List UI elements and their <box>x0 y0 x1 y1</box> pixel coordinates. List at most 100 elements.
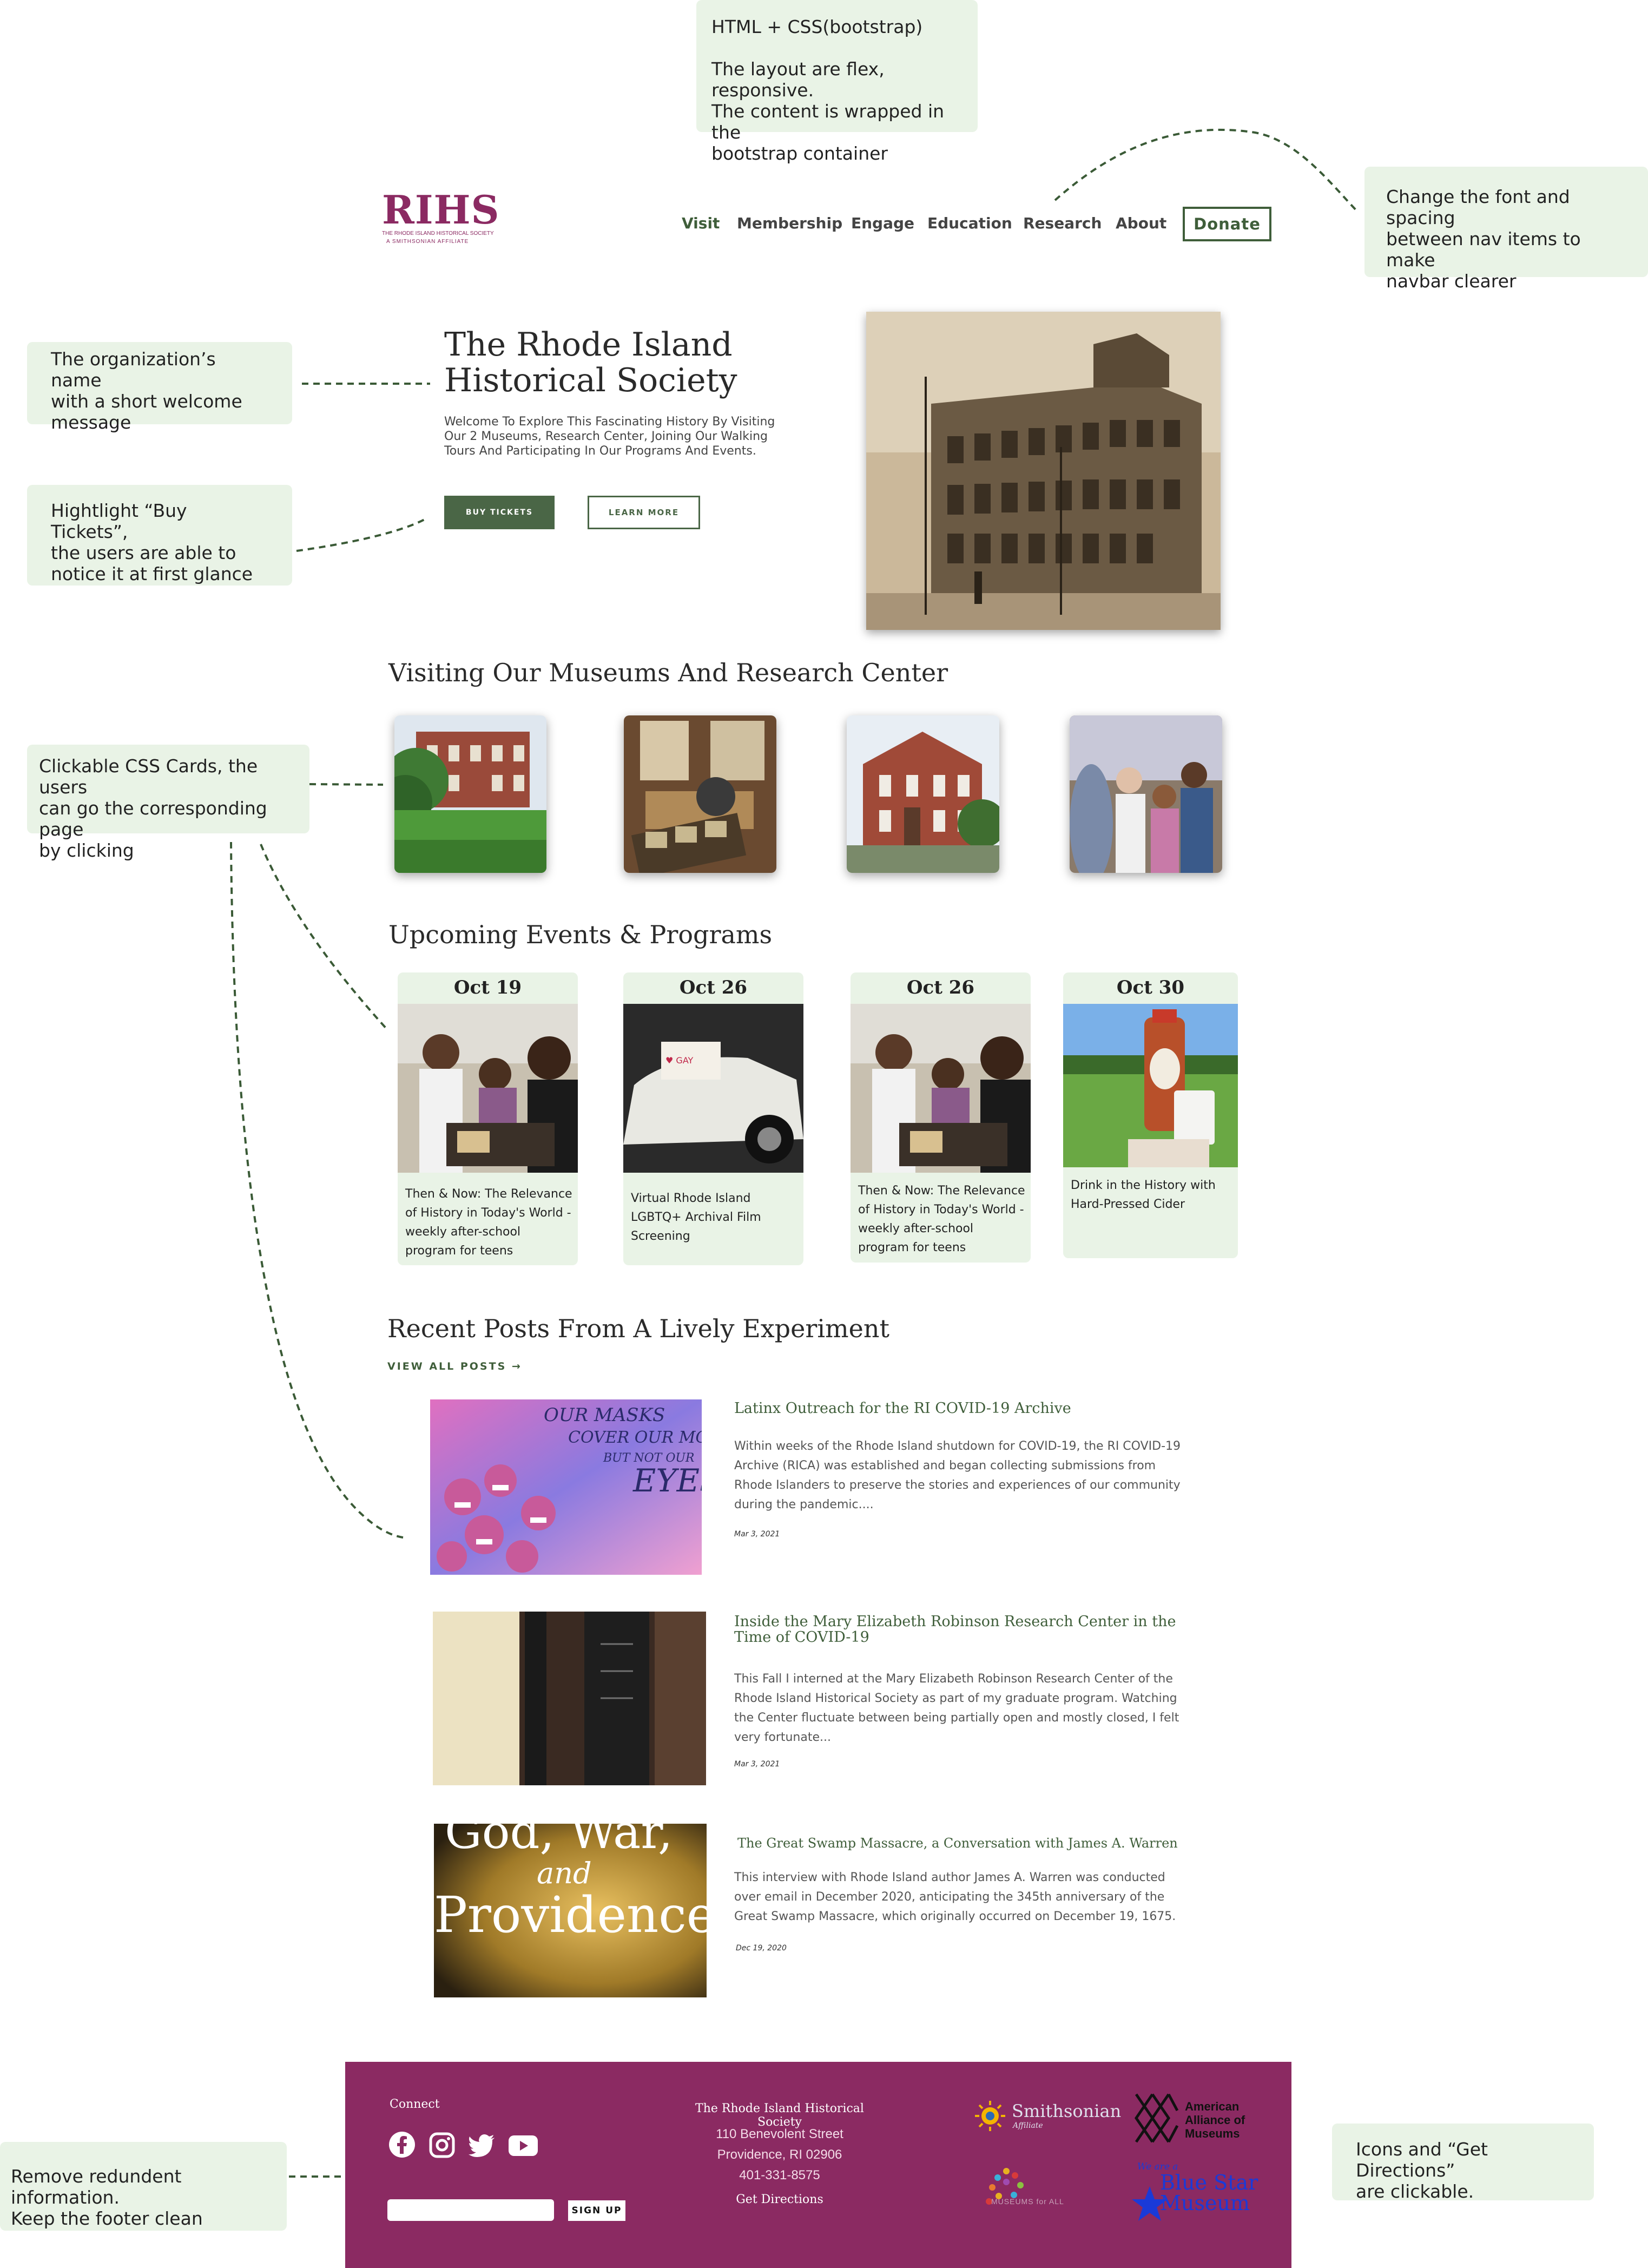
nav-engage[interactable]: Engage <box>851 214 914 232</box>
museums-heading: Visiting Our Museums And Research Center <box>388 658 948 687</box>
event-card-4[interactable]: Oct 30 Drink in the History with Hard-Pr… <box>1063 972 1238 1258</box>
thumb3-line-1: God, War, <box>445 1824 673 1859</box>
view-all-posts-link[interactable]: VIEW ALL POSTS → <box>387 1360 522 1372</box>
nav-education[interactable]: Education <box>927 214 1012 232</box>
museums-for-all-logo: MUSEUMS for ALL <box>983 2166 1091 2216</box>
get-directions-link[interactable]: Get Directions <box>680 2193 880 2206</box>
instagram-icon[interactable] <box>429 2132 455 2158</box>
hero-lead-line: Our 2 Museums, Research Center, Joining … <box>444 430 768 443</box>
facebook-icon[interactable] <box>388 2131 416 2158</box>
museum-card-2-art <box>624 715 776 873</box>
hero-photo-art <box>866 312 1221 630</box>
event-photo-1 <box>398 1004 578 1173</box>
post-excerpt-3: This interview with Rhode Island author … <box>734 1868 1176 1927</box>
thumb3-line-2: and <box>537 1856 592 1890</box>
aam-logo: American Alliance of Museums <box>1131 2089 1271 2148</box>
footer-org-name: The Rhode Island Historical Society <box>695 2102 864 2129</box>
thumb1-line-1: OUR MASKS <box>544 1404 665 1426</box>
nav-membership[interactable]: Membership <box>737 214 842 232</box>
post-title-3[interactable]: The Great Swamp Massacre, a Conversation… <box>737 1836 1178 1851</box>
event-date: Oct 19 <box>453 977 522 998</box>
footer-street: 110 Benevolent Street <box>716 2127 843 2141</box>
thumb1-line-2: COVER OUR MOUTH <box>568 1428 702 1447</box>
connector-events <box>260 844 390 1032</box>
hero-lead-line: Tours And Participating In Our Programs … <box>444 444 756 458</box>
logo-affiliate: A SMITHSONIAN AFFILIATE <box>386 239 469 245</box>
nav-research[interactable]: Research <box>1023 214 1102 232</box>
aam-mark-icon <box>1134 2093 1179 2143</box>
donate-button[interactable]: Donate <box>1183 207 1271 241</box>
museum-card-4[interactable] <box>1070 715 1222 873</box>
event-title: Virtual Rhode Island LGBTQ+ Archival Fil… <box>631 1192 761 1243</box>
events-heading: Upcoming Events & Programs <box>388 920 773 949</box>
aam-line: Alliance of <box>1185 2113 1245 2127</box>
museums-for-all-label: MUSEUMS for ALL <box>991 2197 1064 2206</box>
learn-more-button[interactable]: LEARN MORE <box>588 496 700 529</box>
blue-star-line: Blue Star <box>1160 2171 1258 2194</box>
hero-title: The Rhode Island Historical Society <box>444 327 737 398</box>
logo-text: RIHS <box>382 187 500 233</box>
post-excerpt-line: very fortunate... <box>734 1731 831 1744</box>
event-photo-2: ♥ GAY <box>623 1004 803 1173</box>
museum-card-1[interactable] <box>394 715 546 873</box>
event-card-3[interactable]: Oct 26 Then & Now: The Relevance of Hist… <box>851 972 1031 1263</box>
blue-star-line: Museum <box>1160 2191 1250 2215</box>
event-title: Then & Now: The Relevance of History in … <box>405 1187 572 1258</box>
post-thumbnail-2[interactable] <box>433 1612 706 1785</box>
aam-label: American Alliance of Museums <box>1185 2100 1245 2140</box>
museum-card-3[interactable] <box>847 715 999 873</box>
post-excerpt-line: Great Swamp Massacre, which originally o… <box>734 1910 1176 1923</box>
footer-phone: 401-331-8575 <box>739 2168 820 2182</box>
connector-tickets <box>296 517 428 552</box>
post-thumbnail-3[interactable]: God, War, and Providence <box>434 1824 707 1997</box>
post-excerpt-line: Rhode Islanders to preserve the stories … <box>734 1478 1181 1492</box>
smithsonian-label: Smithsonian <box>1012 2101 1122 2121</box>
thumb1-line-4: EYES <box>632 1462 702 1499</box>
twitter-icon[interactable] <box>469 2134 496 2157</box>
post-excerpt-2: This Fall I interned at the Mary Elizabe… <box>734 1669 1179 1747</box>
event-photo-2-art: ♥ GAY <box>623 1004 803 1173</box>
newsletter-email-input[interactable] <box>387 2199 554 2221</box>
nav-visit[interactable]: Visit <box>682 214 720 232</box>
blue-star-label: Blue Star Museum <box>1160 2172 1258 2213</box>
post-excerpt-line: This interview with Rhode Island author … <box>734 1871 1165 1884</box>
post-excerpt-line: Rhode Island Historical Society as part … <box>734 1692 1177 1705</box>
post-excerpt-line: Archive (RICA) was established and began… <box>734 1459 1156 1472</box>
post-excerpt-line: over email in December 2020, anticipatin… <box>734 1890 1165 1904</box>
post-excerpt-line: during the pandemic.... <box>734 1498 874 1511</box>
event-date: Oct 30 <box>1116 977 1185 998</box>
aam-line: American <box>1185 2100 1240 2113</box>
event-photo-3-art <box>851 1004 1031 1173</box>
post-excerpt-line: Within weeks of the Rhode Island shutdow… <box>734 1439 1181 1453</box>
post-date-2: Mar 3, 2021 <box>734 1760 780 1769</box>
youtube-icon[interactable] <box>509 2135 538 2156</box>
post-excerpt-line: the Center fluctuate between being parti… <box>734 1711 1179 1725</box>
annotation-connectors <box>230 128 1359 2178</box>
museum-card-3-art <box>847 715 999 873</box>
logo[interactable]: RIHS THE RHODE ISLAND HISTORICAL SOCIETY… <box>382 189 504 249</box>
event-date: Oct 26 <box>906 977 975 998</box>
signup-button[interactable]: SIGN UP <box>568 2200 625 2221</box>
event-card-2[interactable]: Oct 26 ♥ GAY Virtual Rhode Island LGBTQ+… <box>623 972 803 1265</box>
footer-connect-label: Connect <box>390 2098 440 2111</box>
hero-photo <box>866 312 1221 630</box>
post-thumbnail-2-art <box>433 1612 706 1785</box>
post-date-3: Dec 19, 2020 <box>736 1944 787 1953</box>
post-thumbnail-1[interactable]: OUR MASKS COVER OUR MOUTH BUT NOT OUR EY… <box>430 1399 702 1575</box>
connector-cards <box>309 783 384 786</box>
buy-tickets-button[interactable]: BUY TICKETS <box>444 496 555 529</box>
smithsonian-sub: Affiliate <box>1013 2121 1043 2130</box>
post-title-2[interactable]: Inside the Mary Elizabeth Robinson Resea… <box>734 1614 1176 1645</box>
logo-subtitle: THE RHODE ISLAND HISTORICAL SOCIETY <box>382 231 494 236</box>
museum-card-2[interactable] <box>624 715 776 873</box>
event-card-1[interactable]: Oct 19 Then & Now: The Relevance of Hist… <box>398 972 578 1265</box>
hero-lead: Welcome To Explore This Fascinating Hist… <box>444 415 775 458</box>
event-title: Drink in the History with Hard-Pressed C… <box>1071 1179 1216 1211</box>
footer: Connect SIGN UP The Rhode Island Histori… <box>345 2062 1291 2268</box>
thumb3-line-3: Providence <box>434 1886 707 1944</box>
event-photo-3 <box>851 1004 1031 1173</box>
event-photo-4-art <box>1063 1004 1238 1167</box>
museum-card-1-art <box>394 715 546 873</box>
nav-about[interactable]: About <box>1116 214 1166 232</box>
post-title-1[interactable]: Latinx Outreach for the RI COVID-19 Arch… <box>734 1401 1071 1416</box>
